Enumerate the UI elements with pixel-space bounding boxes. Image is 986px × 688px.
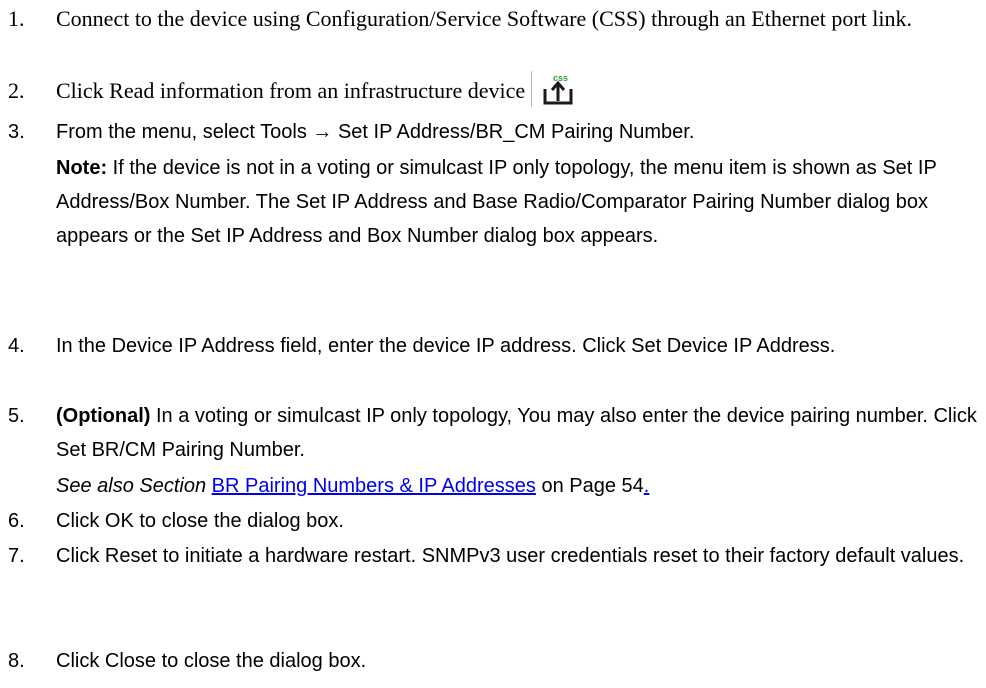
step-number: 5. bbox=[8, 405, 25, 427]
icon-css-label: css bbox=[553, 73, 568, 83]
optional-label: (Optional) bbox=[56, 405, 151, 427]
note-label: Note: bbox=[56, 157, 108, 179]
instruction-document: 1. Connect to the device using Configura… bbox=[0, 0, 986, 688]
step-number: 6. bbox=[8, 510, 25, 532]
see-also-prefix: See also Section bbox=[56, 475, 207, 497]
note-block: Note: If the device is not in a voting o… bbox=[56, 151, 981, 253]
step-text-container: Click Read information from an infrastru… bbox=[56, 70, 981, 111]
step-text: In a voting or simulcast IP only topolog… bbox=[56, 405, 977, 461]
step-text: Click Close to close the dialog box. bbox=[56, 650, 367, 672]
see-also-suffix: on Page 54 bbox=[535, 475, 644, 497]
step-number: 1. bbox=[8, 6, 25, 31]
step-text: Connect to the device using Configuratio… bbox=[56, 6, 912, 31]
step-text: Click Reset to initiate a hardware resta… bbox=[56, 545, 965, 567]
step-text-container: (Optional) In a voting or simulcast IP o… bbox=[56, 399, 981, 467]
see-also-line: See also Section BR Pairing Numbers & IP… bbox=[56, 469, 981, 503]
step-number: 3. bbox=[8, 121, 25, 143]
step-text: Click Read information from an infrastru… bbox=[56, 78, 526, 103]
br-pairing-link[interactable]: BR Pairing Numbers & IP Addresses bbox=[212, 475, 536, 497]
read-from-device-icon[interactable]: css bbox=[531, 70, 576, 107]
step-number: 2. bbox=[8, 78, 25, 103]
step-number: 8. bbox=[8, 650, 25, 672]
step-number: 4. bbox=[8, 335, 25, 357]
trailing-link[interactable]: . bbox=[644, 475, 650, 497]
step-number: 7. bbox=[8, 545, 25, 567]
step-text: Click OK to close the dialog box. bbox=[56, 510, 344, 532]
note-text: If the device is not in a voting or simu… bbox=[56, 157, 937, 247]
step-text: In the Device IP Address field, enter th… bbox=[56, 335, 836, 357]
step-text: From the menu, select Tools → Set IP Add… bbox=[56, 121, 695, 143]
